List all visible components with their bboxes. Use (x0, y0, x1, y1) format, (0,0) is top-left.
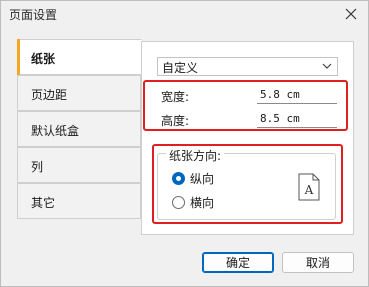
tab-label: 默认纸盒 (31, 124, 80, 138)
tab-label: 列 (31, 160, 44, 174)
paper-size-select[interactable]: 自定义 (157, 57, 338, 76)
window-title: 页面设置 (9, 8, 58, 22)
portrait-radio-button[interactable] (172, 171, 185, 185)
cancel-button[interactable]: 取消 (282, 252, 354, 273)
orientation-legend: 纸张方向: (166, 147, 225, 164)
tab-label: 页边距 (31, 88, 68, 102)
tab-label: 纸张 (31, 52, 56, 66)
tab-label: 其它 (31, 196, 56, 210)
landscape-label: 横向 (190, 195, 215, 210)
chevron-down-icon (322, 63, 332, 69)
page-setup-dialog: 页面设置 纸张 页边距 默认纸盒 列 其它 自定义 宽度: 高度: 纸张方向: (0, 0, 369, 287)
ok-button[interactable]: 确定 (202, 252, 274, 273)
portrait-label: 纵向 (190, 171, 215, 186)
landscape-radio[interactable]: 横向 (172, 194, 214, 210)
tab-margins[interactable]: 页边距 (17, 75, 141, 111)
tab-columns[interactable]: 列 (17, 147, 141, 183)
paper-size-value: 自定义 (162, 61, 199, 75)
page-portrait-icon: A (298, 173, 320, 201)
width-label: 宽度: (161, 90, 190, 104)
page-icon-letter: A (304, 183, 314, 197)
title-bar: 页面设置 (1, 1, 368, 28)
tab-default-tray[interactable]: 默认纸盒 (17, 111, 141, 147)
landscape-radio-button[interactable] (172, 195, 185, 209)
tab-other[interactable]: 其它 (17, 183, 141, 219)
tab-paper[interactable]: 纸张 (17, 39, 142, 75)
width-field[interactable] (257, 85, 337, 104)
height-label: 高度: (161, 114, 190, 128)
close-button[interactable] (338, 2, 364, 26)
portrait-radio[interactable]: 纵向 (172, 170, 214, 186)
height-field[interactable] (257, 109, 337, 128)
close-icon (345, 8, 357, 20)
